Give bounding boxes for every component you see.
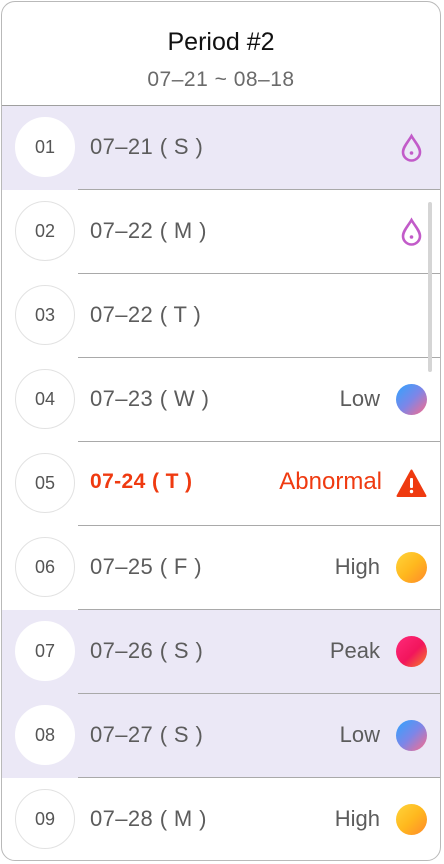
low-dot-icon (396, 384, 427, 415)
day-row[interactable]: 07 07–26 ( S ) Peak (2, 610, 440, 694)
day-date: 07–21 ( S ) (90, 134, 204, 159)
high-dot-icon (396, 552, 427, 583)
day-number-badge: 04 (15, 369, 75, 429)
high-dot-icon (396, 804, 427, 835)
day-status: Peak (329, 638, 380, 663)
day-date: 07–22 ( T ) (90, 302, 202, 327)
day-date: 07–26 ( S ) (90, 638, 204, 663)
day-status: Abnormal (279, 468, 382, 495)
drop-icon (401, 217, 422, 246)
day-number-badge: 02 (15, 201, 75, 261)
day-row[interactable]: 04 07–23 ( W ) Low (2, 358, 440, 442)
period-header: Period #2 07–21 ~ 08–18 (2, 2, 440, 106)
peak-dot-icon (396, 636, 427, 667)
drop-icon (401, 133, 422, 162)
period-panel: Period #2 07–21 ~ 08–18 01 07–21 ( S ) 0… (1, 1, 441, 861)
day-number-badge: 09 (15, 789, 75, 849)
day-row[interactable]: 06 07–25 ( F ) High (2, 526, 440, 610)
day-row[interactable]: 08 07–27 ( S ) Low (2, 694, 440, 778)
day-status: High (334, 806, 380, 831)
day-date: 07–25 ( F ) (90, 554, 203, 579)
day-row[interactable]: 09 07–28 ( M ) High (2, 778, 440, 860)
low-dot-icon (396, 720, 427, 751)
day-number-badge: 01 (15, 117, 75, 177)
day-status: Low (339, 386, 380, 411)
warning-icon (396, 469, 427, 497)
day-date: 07–28 ( M ) (90, 806, 207, 831)
day-number-badge: 06 (15, 537, 75, 597)
period-date-range: 07–21 ~ 08–18 (147, 68, 295, 91)
day-row[interactable]: 03 07–22 ( T ) (2, 274, 440, 358)
scrollbar[interactable] (428, 202, 432, 372)
day-list: 01 07–21 ( S ) 02 07–22 ( M ) 03 07–22 (… (2, 106, 440, 860)
day-row[interactable]: 05 07-24 ( T ) Abnormal (2, 442, 440, 526)
day-number-badge: 03 (15, 285, 75, 345)
day-number-badge: 08 (15, 705, 75, 765)
day-status: High (334, 554, 380, 579)
day-number-badge: 07 (15, 621, 75, 681)
day-status: Low (339, 722, 380, 747)
day-date: 07–27 ( S ) (90, 722, 204, 747)
day-row[interactable]: 01 07–21 ( S ) (2, 106, 440, 190)
period-title: Period #2 (167, 28, 275, 56)
day-date: 07–23 ( W ) (90, 386, 210, 411)
day-date: 07-24 ( T ) (90, 470, 193, 493)
day-row[interactable]: 02 07–22 ( M ) (2, 190, 440, 274)
day-date: 07–22 ( M ) (90, 218, 207, 243)
day-number-badge: 05 (15, 453, 75, 513)
